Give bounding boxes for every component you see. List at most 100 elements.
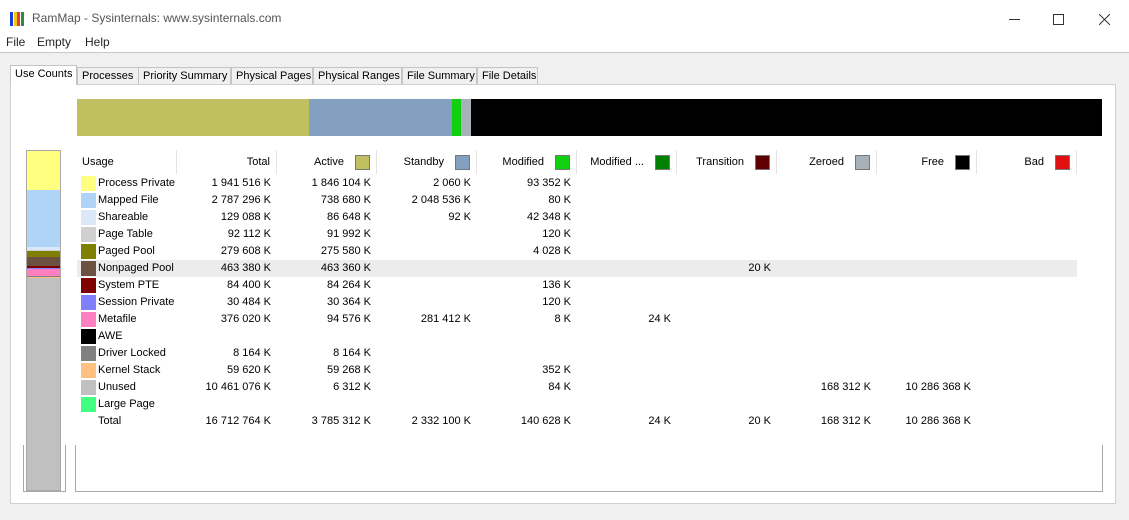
column-header-total[interactable]: Total xyxy=(177,150,277,174)
cell-bad xyxy=(977,311,1071,328)
column-header-transition[interactable]: Transition xyxy=(677,150,777,174)
table-row[interactable]: Mapped File 2 787 296 K 738 680 K 2 048 536… xyxy=(77,192,1077,209)
column-header-label: Zeroed xyxy=(809,156,844,168)
vbar-segment xyxy=(27,151,60,191)
column-header-label: Modified xyxy=(502,156,544,168)
cell-total: 10 461 076 K xyxy=(205,381,271,393)
cell-transition: 20 K xyxy=(748,262,771,274)
cell-free xyxy=(877,209,971,226)
menu-file[interactable]: File xyxy=(6,35,25,49)
cell-total: 30 484 K xyxy=(226,296,271,308)
column-header-usage[interactable]: Usage xyxy=(77,150,177,174)
window-title: RamMap - Sysinternals: www.sysinternals.… xyxy=(32,11,282,25)
cell-standby xyxy=(377,362,471,379)
legend-swatch xyxy=(755,155,770,170)
table-row[interactable]: Nonpaged Pool 463 380 K 463 360 K 20 K xyxy=(77,260,1077,277)
legend-swatch xyxy=(655,155,670,170)
row-color-swatch xyxy=(81,210,96,225)
cell-bad xyxy=(977,260,1071,277)
cell-total: 376 020 K xyxy=(220,313,271,325)
table-row[interactable]: System PTE 84 400 K 84 264 K 136 K xyxy=(77,277,1077,294)
cell-total: 16 712 764 K xyxy=(205,415,271,427)
tab-physical-pages[interactable]: Physical Pages xyxy=(231,67,313,84)
cell-free xyxy=(877,243,971,260)
tab-physical-ranges[interactable]: Physical Ranges xyxy=(313,67,402,84)
cell-free xyxy=(877,345,971,362)
cell-zeroed xyxy=(777,277,871,294)
vertical-bar-frame xyxy=(23,445,66,492)
cell-transition xyxy=(677,226,771,243)
tab-priority-summary[interactable]: Priority Summary xyxy=(138,67,231,84)
cell-free xyxy=(877,294,971,311)
usage-label: Unused xyxy=(98,381,136,393)
cell-zeroed xyxy=(777,260,871,277)
table-row[interactable]: Unused 10 461 076 K 6 312 K 84 K 168 312 K 10… xyxy=(77,379,1077,396)
cell-bad xyxy=(977,328,1071,345)
table-row[interactable]: Session Private 30 484 K 30 364 K 120 K xyxy=(77,294,1077,311)
cell-modified xyxy=(577,209,671,226)
vbar-segment xyxy=(27,268,60,277)
legend-swatch xyxy=(855,155,870,170)
tab-use-counts[interactable]: Use Counts xyxy=(10,65,77,85)
table-row[interactable]: Kernel Stack 59 620 K 59 268 K 352 K xyxy=(77,362,1077,379)
cell-modified xyxy=(577,192,671,209)
cell-bad xyxy=(977,345,1071,362)
cell-active: 91 992 K xyxy=(326,228,371,240)
column-header-modified[interactable]: Modified ... xyxy=(577,150,677,174)
cell-active xyxy=(277,328,371,345)
menu-help[interactable]: Help xyxy=(85,35,110,49)
table-row[interactable]: Total 16 712 764 K 3 785 312 K 2 332 100 K 1… xyxy=(77,413,1077,430)
cell-active: 3 785 312 K xyxy=(311,415,371,427)
cell-standby xyxy=(377,226,471,243)
cell-zeroed xyxy=(777,311,871,328)
cell-bad xyxy=(977,209,1071,226)
table-row[interactable]: Process Private 1 941 516 K 1 846 104 K 2 0… xyxy=(77,175,1077,192)
cell-zeroed: 168 312 K xyxy=(820,415,871,427)
usage-label: Metafile xyxy=(98,313,137,325)
cell-modified: 4 028 K xyxy=(533,245,571,257)
column-header-modified[interactable]: Modified xyxy=(477,150,577,174)
table-row[interactable]: AWE xyxy=(77,328,1077,345)
cell-free xyxy=(877,311,971,328)
cell-transition xyxy=(677,192,771,209)
table-row[interactable]: Metafile 376 020 K 94 576 K 281 412 K 8 K 24 … xyxy=(77,311,1077,328)
tab-file-summary[interactable]: File Summary xyxy=(402,67,477,84)
column-header-active[interactable]: Active xyxy=(277,150,377,174)
tab-processes[interactable]: Processes xyxy=(77,67,139,84)
cell-standby xyxy=(377,379,471,396)
cell-active xyxy=(277,396,371,413)
cell-transition xyxy=(677,277,771,294)
row-color-swatch xyxy=(81,244,96,259)
usage-label: Kernel Stack xyxy=(98,364,161,376)
minimize-button[interactable] xyxy=(991,6,1037,32)
table-row[interactable]: Page Table 92 112 K 91 992 K 120 K xyxy=(77,226,1077,243)
usage-vertical-bar xyxy=(26,150,61,491)
cell-zeroed xyxy=(777,209,871,226)
column-header-label: Usage xyxy=(82,156,114,168)
column-header-bad[interactable]: Bad xyxy=(977,150,1077,174)
usage-label: AWE xyxy=(98,330,123,342)
table-row[interactable]: Large Page xyxy=(77,396,1077,413)
row-color-swatch xyxy=(81,329,96,344)
cell-free xyxy=(877,260,971,277)
column-header-standby[interactable]: Standby xyxy=(377,150,477,174)
table-row[interactable]: Shareable 129 088 K 86 648 K 92 K 42 348 K xyxy=(77,209,1077,226)
cell-zeroed xyxy=(777,294,871,311)
close-button[interactable] xyxy=(1081,6,1127,32)
cell-total: 8 164 K xyxy=(233,347,271,359)
row-color-swatch xyxy=(81,380,96,395)
column-header-zeroed[interactable]: Zeroed xyxy=(777,150,877,174)
maximize-icon xyxy=(1052,13,1064,25)
cell-transition xyxy=(677,175,771,192)
cell-active: 8 164 K xyxy=(333,347,371,359)
usage-label: Page Table xyxy=(98,228,153,240)
table-row[interactable]: Driver Locked 8 164 K 8 164 K xyxy=(77,345,1077,362)
minimize-icon xyxy=(1008,18,1020,20)
usage-label: Session Private xyxy=(98,296,175,308)
title-bar[interactable]: RamMap - Sysinternals: www.sysinternals.… xyxy=(0,3,1129,32)
table-row[interactable]: Paged Pool 279 608 K 275 580 K 4 028 K xyxy=(77,243,1077,260)
column-header-free[interactable]: Free xyxy=(877,150,977,174)
maximize-button[interactable] xyxy=(1035,6,1081,32)
tab-file-details[interactable]: File Details xyxy=(477,67,538,84)
menu-empty[interactable]: Empty xyxy=(37,35,71,49)
